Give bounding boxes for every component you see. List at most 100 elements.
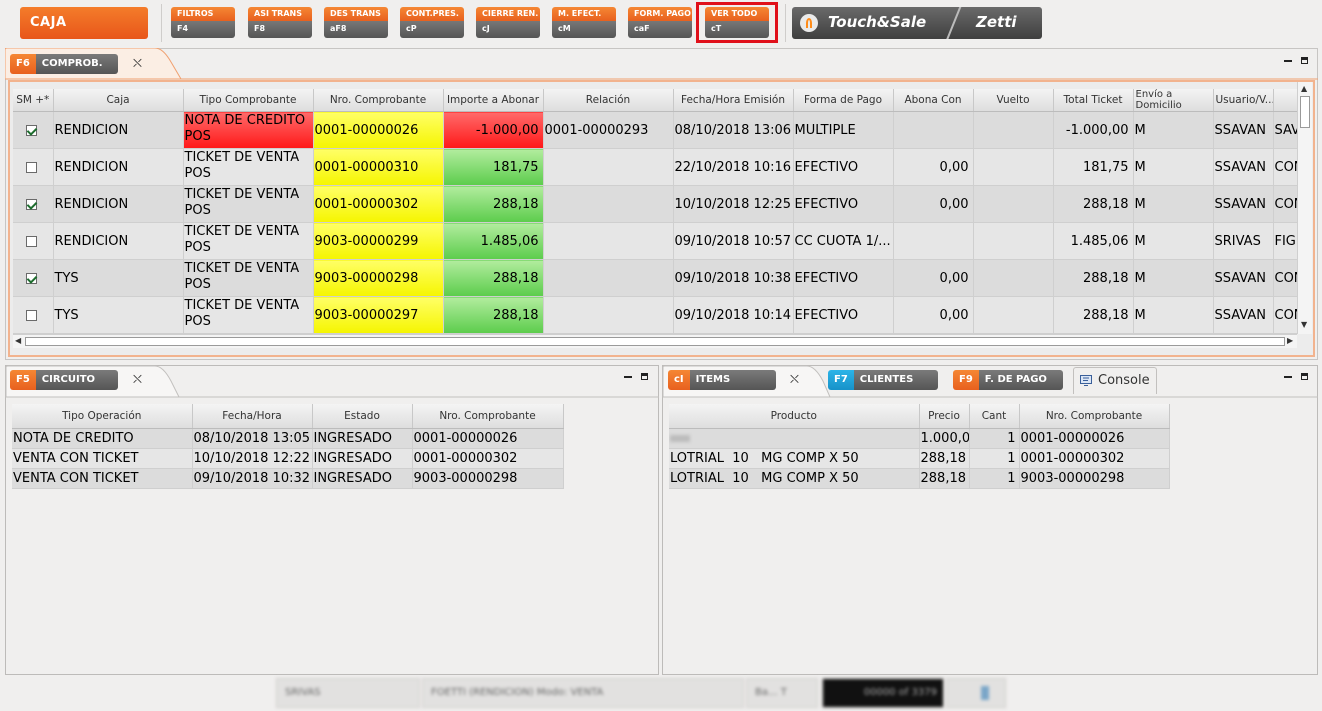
column-header-envio[interactable]: Envío a Domicilio [1133, 89, 1214, 112]
tab-circuito[interactable]: F5 CIRCUITO [10, 370, 118, 390]
column-header-forma[interactable]: Forma de Pago [793, 89, 894, 112]
tab-items[interactable]: cI ITEMS [668, 370, 776, 390]
column-header-estado[interactable]: Estado [312, 404, 413, 429]
items-table: Producto Precio Cant Nro. Comprobante 1.… [669, 404, 1170, 489]
column-header-nro-comprobante[interactable]: Nro. Comprobante [412, 404, 564, 429]
scroll-right-icon[interactable]: ▶ [1287, 336, 1293, 346]
cell-cant: 1 [969, 428, 1020, 449]
row-checkbox[interactable] [26, 272, 37, 284]
cell-nro: 9003-00000297 [313, 296, 444, 334]
table-row[interactable]: VENTA CON TICKET 10/10/2018 12:22 INGRES… [12, 448, 564, 469]
column-header-importe[interactable]: Importe a Abonar [443, 89, 544, 112]
scrollbar-thumb[interactable] [25, 337, 1285, 346]
row-checkbox[interactable] [26, 309, 37, 321]
close-tab-icon[interactable]: ⛌ [133, 56, 142, 71]
scroll-down-icon[interactable]: ▼ [1301, 320, 1307, 330]
des-trans-button[interactable]: DES TRANS aF8 [324, 7, 388, 38]
cell-cant: 1 [969, 468, 1020, 489]
cell-nro-comprobante: 0001-00000026 [1019, 428, 1170, 449]
table-row[interactable]: VENTA CON TICKET 09/10/2018 10:32 INGRES… [12, 468, 564, 489]
column-header-cant[interactable]: Cant [969, 404, 1020, 429]
maximize-icon[interactable] [1301, 57, 1308, 64]
filtros-button[interactable]: FILTROS F4 [171, 7, 235, 38]
cell-tipo: TICKET DE VENTA POS [183, 148, 314, 186]
close-tab-icon[interactable]: ⛌ [790, 372, 799, 387]
cont-pres-button[interactable]: CONT.PRES. cP [400, 7, 464, 38]
table-row[interactable]: RENDICION TICKET DE VENTA POS 0001-00000… [13, 185, 1304, 223]
button-label: ASI TRANS [248, 7, 312, 21]
cell-total: 1.485,06 [1053, 222, 1134, 260]
cell-tipo-operacion: VENTA CON TICKET [12, 468, 193, 489]
cell-total: 288,18 [1053, 185, 1134, 223]
table-row[interactable]: TYS TICKET DE VENTA POS 9003-00000297 28… [13, 296, 1304, 334]
row-checkbox[interactable] [26, 161, 37, 173]
caja-button[interactable]: CAJA [20, 7, 148, 39]
column-header-tipo[interactable]: Tipo Comprobante [183, 89, 314, 112]
row-checkbox[interactable] [26, 198, 37, 210]
cell-tipo: TICKET DE VENTA POS [183, 259, 314, 297]
column-header-tipo-operacion[interactable]: Tipo Operación [12, 404, 193, 429]
select-cell[interactable] [13, 111, 54, 149]
table-row[interactable]: 1.000,00 1 0001-00000026 [669, 428, 1170, 449]
tab-comprob[interactable]: F6 COMPROB. [10, 54, 118, 74]
column-header-abona[interactable]: Abona Con [893, 89, 974, 112]
minimize-icon[interactable] [1284, 376, 1292, 378]
select-cell[interactable] [13, 185, 54, 223]
status-mode: Ba... T [746, 678, 818, 708]
maximize-icon[interactable] [641, 373, 648, 380]
scroll-up-icon[interactable]: ▲ [1301, 84, 1307, 94]
asi-trans-button[interactable]: ASI TRANS F8 [248, 7, 312, 38]
cell-fecha: 09/10/2018 10:38 [673, 259, 794, 297]
column-header-relacion[interactable]: Relación [543, 89, 674, 112]
table-row[interactable]: LOTRIAL 10 MG COMP X 50 288,18 1 9003-00… [669, 468, 1170, 489]
tab-label: CIRCUITO [35, 370, 118, 390]
row-checkbox[interactable] [26, 235, 37, 247]
cell-tipo: NOTA DE CREDITO POS [183, 111, 314, 149]
maximize-icon[interactable] [1301, 373, 1308, 380]
minimize-icon[interactable] [1284, 60, 1292, 62]
column-header-vuelto[interactable]: Vuelto [973, 89, 1054, 112]
cell-abona: 0,00 [893, 259, 974, 297]
select-cell[interactable] [13, 259, 54, 297]
column-header-nro[interactable]: Nro. Comprobante [313, 89, 444, 112]
table-row[interactable]: LOTRIAL 10 MG COMP X 50 288,18 1 0001-00… [669, 448, 1170, 469]
tab-clientes[interactable]: F7 CLIENTES [828, 370, 938, 390]
m-efect-button[interactable]: M. EFECT. cM [552, 7, 616, 38]
cell-nro: 9003-00000298 [313, 259, 444, 297]
minimize-icon[interactable] [624, 376, 632, 378]
column-header-total[interactable]: Total Ticket [1053, 89, 1134, 112]
table-row[interactable]: NOTA DE CREDITO 08/10/2018 13:05 INGRESA… [12, 428, 564, 449]
column-header-fecha-hora[interactable]: Fecha/Hora [192, 404, 313, 429]
table-row[interactable]: RENDICION TICKET DE VENTA POS 9003-00000… [13, 222, 1304, 260]
scroll-left-icon[interactable]: ◀ [15, 336, 21, 346]
cell-producto [669, 428, 920, 449]
cell-forma: EFECTIVO [793, 296, 894, 334]
table-row[interactable]: TYS TICKET DE VENTA POS 9003-00000298 28… [13, 259, 1304, 297]
column-header-sm[interactable]: SM +* [13, 89, 54, 112]
form-pago-button[interactable]: FORM. PAGO caF [628, 7, 692, 38]
column-header-precio[interactable]: Precio [919, 404, 970, 429]
column-header-producto[interactable]: Producto [669, 404, 920, 429]
scrollbar-thumb[interactable] [1300, 96, 1310, 128]
cell-envio: M [1133, 259, 1214, 297]
cell-total: 288,18 [1053, 259, 1134, 297]
table-row[interactable]: RENDICION NOTA DE CREDITO POS 0001-00000… [13, 111, 1304, 149]
row-checkbox[interactable] [26, 124, 37, 136]
select-cell[interactable] [13, 296, 54, 334]
select-cell[interactable] [13, 222, 54, 260]
cierre-ren-button[interactable]: CIERRE REN. cJ [476, 7, 540, 38]
toolbar-separator [161, 4, 162, 42]
column-header-nro-comprobante[interactable]: Nro. Comprobante [1019, 404, 1170, 429]
select-cell[interactable] [13, 148, 54, 186]
cell-nro: 9003-00000299 [313, 222, 444, 260]
cell-relacion [543, 185, 674, 223]
vertical-scrollbar[interactable]: ▲ ▼ [1297, 82, 1312, 334]
column-header-fecha[interactable]: Fecha/Hora Emisión [673, 89, 794, 112]
column-header-caja[interactable]: Caja [53, 89, 184, 112]
column-header-usuario[interactable]: Usuario/V... [1213, 89, 1274, 112]
horizontal-scrollbar[interactable]: ◀ ▶ [13, 334, 1297, 348]
table-row[interactable]: RENDICION TICKET DE VENTA POS 0001-00000… [13, 148, 1304, 186]
tab-f-de-pago[interactable]: F9 F. DE PAGO [953, 370, 1063, 390]
tab-console[interactable]: Console [1073, 367, 1157, 394]
close-tab-icon[interactable]: ⛌ [133, 372, 142, 387]
